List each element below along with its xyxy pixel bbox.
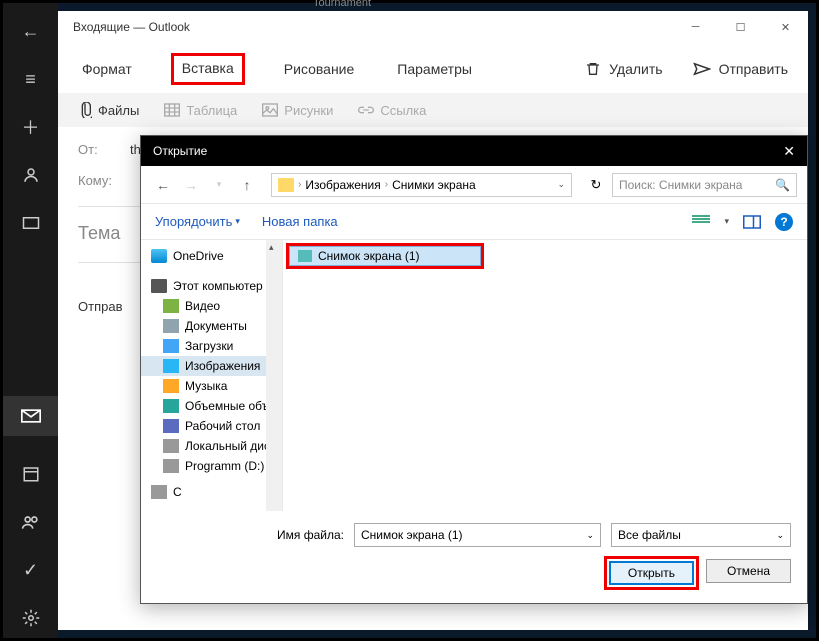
ribbon-tabs: Формат Вставка Рисование Параметры Удали… [58,43,808,93]
tree-programm-d[interactable]: Programm (D:) [141,456,282,476]
menu-icon[interactable]: ≡ [21,69,41,89]
file-item-selected[interactable]: Снимок экрана (1) [289,246,481,266]
cancel-button[interactable]: Отмена [706,559,791,583]
tab-options[interactable]: Параметры [393,55,476,83]
preview-pane-icon[interactable] [743,215,761,229]
tree-music[interactable]: Музыка [141,376,282,396]
breadcrumb-p2[interactable]: Снимки экрана [392,178,476,192]
delete-button[interactable]: Удалить [585,61,662,77]
calendar-rail-icon[interactable] [21,464,41,484]
refresh-icon[interactable]: ↻ [584,177,608,193]
picture-icon [262,103,278,117]
help-icon[interactable]: ? [775,213,793,231]
tree-desktop[interactable]: Рабочий стол [141,416,282,436]
tree-onedrive[interactable]: OneDrive [141,246,282,266]
window-title: Входящие — Outlook [73,20,190,34]
dialog-nav: ← → ▾ ↑ › Изображения › Снимки экрана ⌄ … [141,166,807,204]
breadcrumb[interactable]: › Изображения › Снимки экрана ⌄ [271,173,572,197]
titlebar: Входящие — Outlook ─ ☐ ✕ [58,11,808,43]
tree-this-pc[interactable]: Этот компьютер [141,276,282,296]
minimize-button[interactable]: ─ [673,11,718,43]
tab-draw[interactable]: Рисование [280,55,359,83]
system-left-rail: ← ≡ ＋ ✓ [3,3,58,638]
dialog-titlebar: Открытие ✕ [141,136,807,166]
pictures-button[interactable]: Рисунки [262,103,333,118]
people-rail-icon[interactable] [21,512,41,532]
organize-button[interactable]: Упорядочить▾ [155,214,240,229]
trash-icon [585,61,601,77]
close-button[interactable]: ✕ [763,11,808,43]
send-icon [693,62,711,76]
link-icon [358,105,374,115]
folder-tree[interactable]: OneDrive Этот компьютер Видео Документы … [141,240,283,511]
tree-3d-objects[interactable]: Объемные объекты [141,396,282,416]
tree-downloads[interactable]: Загрузки [141,336,282,356]
dialog-close-button[interactable]: ✕ [783,143,795,160]
nav-forward-icon: → [179,177,203,193]
nav-dropdown-icon[interactable]: ▾ [207,179,231,190]
insert-toolbar: Файлы Таблица Рисунки Ссылка [58,93,808,127]
tab-insert[interactable]: Вставка [171,53,245,85]
background-app-title: Tournament [313,0,371,9]
table-icon [164,103,180,117]
subject-label: Тема [78,223,120,244]
attachment-icon [78,102,92,118]
image-file-icon [298,250,312,262]
tree-local-disk[interactable]: Локальный диск [141,436,282,456]
filename-label: Имя файла: [277,528,344,542]
breadcrumb-p1[interactable]: Изображения [305,178,380,192]
nav-back-icon[interactable]: ← [151,177,175,193]
settings-rail-icon[interactable] [21,608,41,628]
dialog-title: Открытие [153,144,207,158]
dialog-footer: Имя файла: Снимок экрана (1) ⌄ Все файлы… [141,511,807,603]
person-icon[interactable] [21,165,41,185]
compose-icon[interactable]: ＋ [21,117,41,137]
dialog-toolbar: Упорядочить▾ Новая папка ▾ ? [141,204,807,240]
link-button[interactable]: Ссылка [358,103,426,118]
tree-more[interactable]: С [141,482,282,502]
tree-scrollbar[interactable] [266,240,282,511]
file-filter-select[interactable]: Все файлы ⌄ [611,523,791,547]
send-button[interactable]: Отправить [693,61,788,77]
search-input[interactable]: Поиск: Снимки экрана 🔍 [612,173,797,197]
from-label: От: [78,142,118,157]
open-button[interactable]: Открыть [609,561,694,585]
mail-rail-icon[interactable] [3,396,58,436]
todo-rail-icon[interactable]: ✓ [21,560,41,580]
view-mode-icon[interactable] [692,215,710,229]
file-list[interactable]: Снимок экрана (1) [283,240,807,511]
maximize-button[interactable]: ☐ [718,11,763,43]
filename-input[interactable]: Снимок экрана (1) ⌄ [354,523,601,547]
tree-pictures[interactable]: Изображения [141,356,282,376]
folder-icon [278,178,294,192]
table-button[interactable]: Таблица [164,103,237,118]
tree-video[interactable]: Видео [141,296,282,316]
file-open-dialog: Открытие ✕ ← → ▾ ↑ › Изображения › Снимк… [140,135,808,604]
folder-rail-icon[interactable] [21,213,41,233]
tree-documents[interactable]: Документы [141,316,282,336]
new-folder-button[interactable]: Новая папка [262,214,338,229]
nav-up-icon[interactable]: ↑ [235,177,259,193]
search-icon: 🔍 [775,178,790,192]
tab-format[interactable]: Формат [78,55,136,83]
back-icon[interactable]: ← [21,21,41,41]
to-label: Кому: [78,173,118,188]
files-button[interactable]: Файлы [78,102,139,118]
